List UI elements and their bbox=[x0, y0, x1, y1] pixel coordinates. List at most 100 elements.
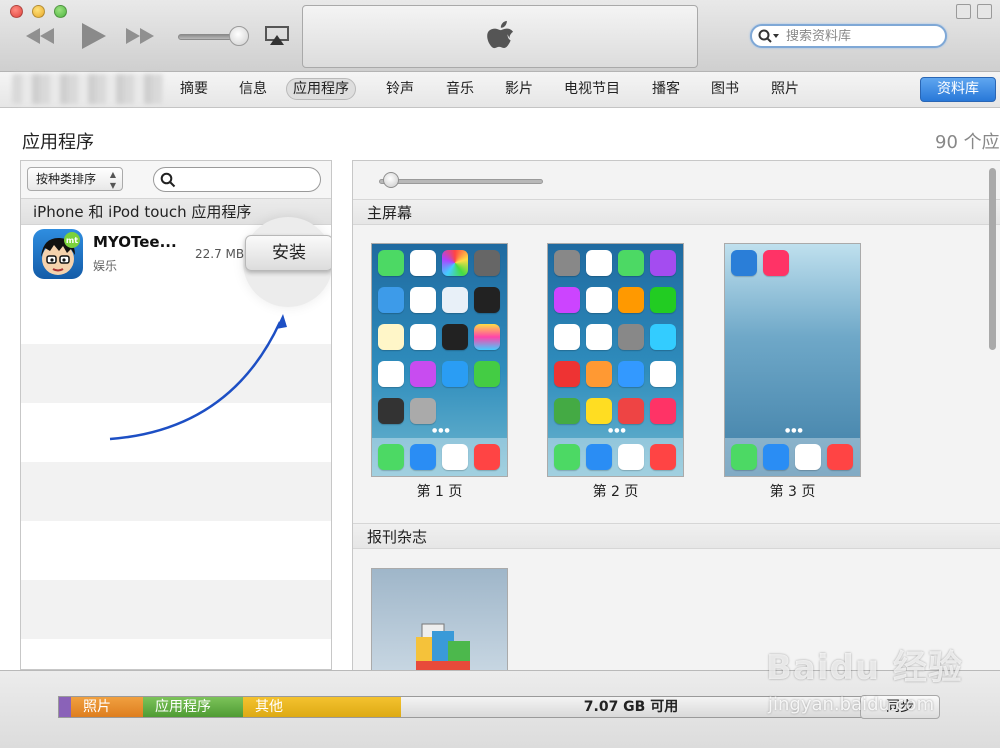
page-dots: ●●● bbox=[785, 427, 804, 434]
phone-app-icon[interactable] bbox=[731, 444, 757, 470]
stocks-app-icon[interactable] bbox=[442, 324, 468, 350]
app-icon[interactable] bbox=[554, 361, 580, 387]
reminders-app-icon[interactable] bbox=[410, 324, 436, 350]
videos-app-icon[interactable] bbox=[474, 287, 500, 313]
ibooks-app-icon[interactable] bbox=[618, 287, 644, 313]
mini-player-button[interactable] bbox=[956, 4, 971, 19]
page-dots: ●●● bbox=[608, 427, 627, 434]
app-list-panel: 按种类排序 ▲▼ iPhone 和 iPod touch 应用程序 mt MY bbox=[20, 160, 332, 670]
safari-app-icon[interactable] bbox=[442, 444, 468, 470]
library-search[interactable] bbox=[750, 24, 947, 48]
health-app-icon[interactable] bbox=[586, 287, 612, 313]
tab-photos[interactable]: 照片 bbox=[765, 78, 805, 100]
mail-app-icon[interactable] bbox=[586, 444, 612, 470]
sync-button[interactable]: 同步 bbox=[860, 695, 940, 719]
previous-track-button[interactable] bbox=[24, 24, 56, 48]
dock bbox=[725, 438, 860, 476]
zoom-window-button[interactable] bbox=[54, 5, 67, 18]
app-name: MYOTee... bbox=[93, 233, 177, 251]
folder-icon[interactable] bbox=[554, 250, 580, 276]
app-icon[interactable] bbox=[618, 398, 644, 424]
qq-app-icon[interactable] bbox=[554, 324, 580, 350]
voice-memos-app-icon[interactable] bbox=[586, 250, 612, 276]
app-search-field[interactable] bbox=[153, 167, 321, 192]
homescreen-page-1[interactable]: ●●● bbox=[371, 243, 508, 477]
compass-app-icon[interactable] bbox=[378, 398, 404, 424]
airplay-button[interactable] bbox=[264, 26, 290, 46]
settings-app-icon[interactable] bbox=[410, 398, 436, 424]
search-icon bbox=[160, 172, 176, 187]
sleep-cycle-app-icon[interactable] bbox=[586, 361, 612, 387]
homescreen-page-3[interactable]: ●●● bbox=[724, 243, 861, 477]
clock-app-icon[interactable] bbox=[410, 287, 436, 313]
minimize-window-button[interactable] bbox=[32, 5, 45, 18]
newsstand-app-icon[interactable] bbox=[378, 361, 404, 387]
podcasts-app-icon[interactable] bbox=[650, 250, 676, 276]
phone-app-icon[interactable] bbox=[378, 444, 404, 470]
mail-app-icon[interactable] bbox=[410, 444, 436, 470]
tab-apps[interactable]: 应用程序 bbox=[286, 78, 356, 100]
passbook-app-icon[interactable] bbox=[474, 361, 500, 387]
close-window-button[interactable] bbox=[10, 5, 23, 18]
homescreen-section-label: 主屏幕 bbox=[353, 199, 1000, 225]
app-store-app-icon[interactable] bbox=[442, 361, 468, 387]
homescreen-page-2[interactable]: ●●● bbox=[547, 243, 684, 477]
tab-info[interactable]: 信息 bbox=[233, 78, 273, 100]
app-icon[interactable] bbox=[731, 250, 757, 276]
device-name-blurred[interactable] bbox=[12, 74, 164, 104]
apple-logo-icon bbox=[487, 20, 514, 48]
game-center-app-icon[interactable] bbox=[474, 324, 500, 350]
vertical-scrollbar[interactable] bbox=[989, 168, 996, 350]
weibo-app-icon[interactable] bbox=[650, 361, 676, 387]
camera-app-icon[interactable] bbox=[474, 250, 500, 276]
newsstand-shelf[interactable] bbox=[371, 568, 508, 670]
tab-books[interactable]: 图书 bbox=[705, 78, 745, 100]
notes-app-icon[interactable] bbox=[378, 324, 404, 350]
app-icon[interactable] bbox=[650, 398, 676, 424]
safari-app-icon[interactable] bbox=[618, 444, 644, 470]
app-list-toolbar: 按种类排序 ▲ ▼ bbox=[21, 161, 331, 199]
player-toolbar bbox=[0, 0, 1000, 72]
music-app-icon[interactable] bbox=[474, 444, 500, 470]
letterpress-app-icon[interactable] bbox=[586, 324, 612, 350]
wechat-app-icon[interactable] bbox=[650, 287, 676, 313]
wifi-app-icon[interactable] bbox=[618, 361, 644, 387]
mail-app-icon[interactable] bbox=[763, 444, 789, 470]
app-icon[interactable] bbox=[763, 250, 789, 276]
tab-podcasts[interactable]: 播客 bbox=[646, 78, 686, 100]
tab-summary[interactable]: 摘要 bbox=[174, 78, 214, 100]
tab-music[interactable]: 音乐 bbox=[440, 78, 480, 100]
play-button[interactable] bbox=[78, 20, 108, 52]
app-list-item[interactable]: mt MYOTee... 娱乐 22.7 MB 安装 bbox=[21, 217, 331, 307]
page-2-label: 第 2 页 bbox=[592, 484, 639, 500]
folder-icon[interactable] bbox=[618, 324, 644, 350]
screen-zoom-knob[interactable] bbox=[383, 172, 399, 188]
qq-browser-app-icon[interactable] bbox=[650, 324, 676, 350]
fullscreen-button[interactable] bbox=[977, 4, 992, 19]
tab-tv-shows[interactable]: 电视节目 bbox=[558, 78, 626, 100]
bug-reporter-app-icon[interactable] bbox=[554, 287, 580, 313]
safari-app-icon[interactable] bbox=[795, 444, 821, 470]
facetime-app-icon[interactable] bbox=[618, 250, 644, 276]
page-dots: ●●● bbox=[432, 427, 451, 434]
install-button[interactable]: 安装 bbox=[245, 235, 331, 271]
tab-ringtones[interactable]: 铃声 bbox=[380, 78, 420, 100]
cctv-app-icon[interactable] bbox=[554, 398, 580, 424]
tab-movies[interactable]: 影片 bbox=[499, 78, 539, 100]
qq-music-app-icon[interactable] bbox=[586, 398, 612, 424]
phone-app-icon[interactable] bbox=[554, 444, 580, 470]
maps-app-icon[interactable] bbox=[442, 287, 468, 313]
weather-app-icon[interactable] bbox=[378, 287, 404, 313]
library-search-input[interactable] bbox=[786, 28, 936, 44]
photos-app-icon[interactable] bbox=[442, 250, 468, 276]
screen-zoom-slider[interactable] bbox=[379, 179, 543, 184]
itunes-store-app-icon[interactable] bbox=[410, 361, 436, 387]
next-track-button[interactable] bbox=[124, 24, 156, 48]
music-app-icon[interactable] bbox=[650, 444, 676, 470]
library-button[interactable]: 资料库 bbox=[920, 77, 996, 102]
sort-select[interactable]: 按种类排序 ▲ ▼ bbox=[27, 167, 123, 191]
music-app-icon[interactable] bbox=[827, 444, 853, 470]
volume-slider-knob[interactable] bbox=[229, 26, 249, 46]
calendar-app-icon[interactable] bbox=[410, 250, 436, 276]
messages-app-icon[interactable] bbox=[378, 250, 404, 276]
